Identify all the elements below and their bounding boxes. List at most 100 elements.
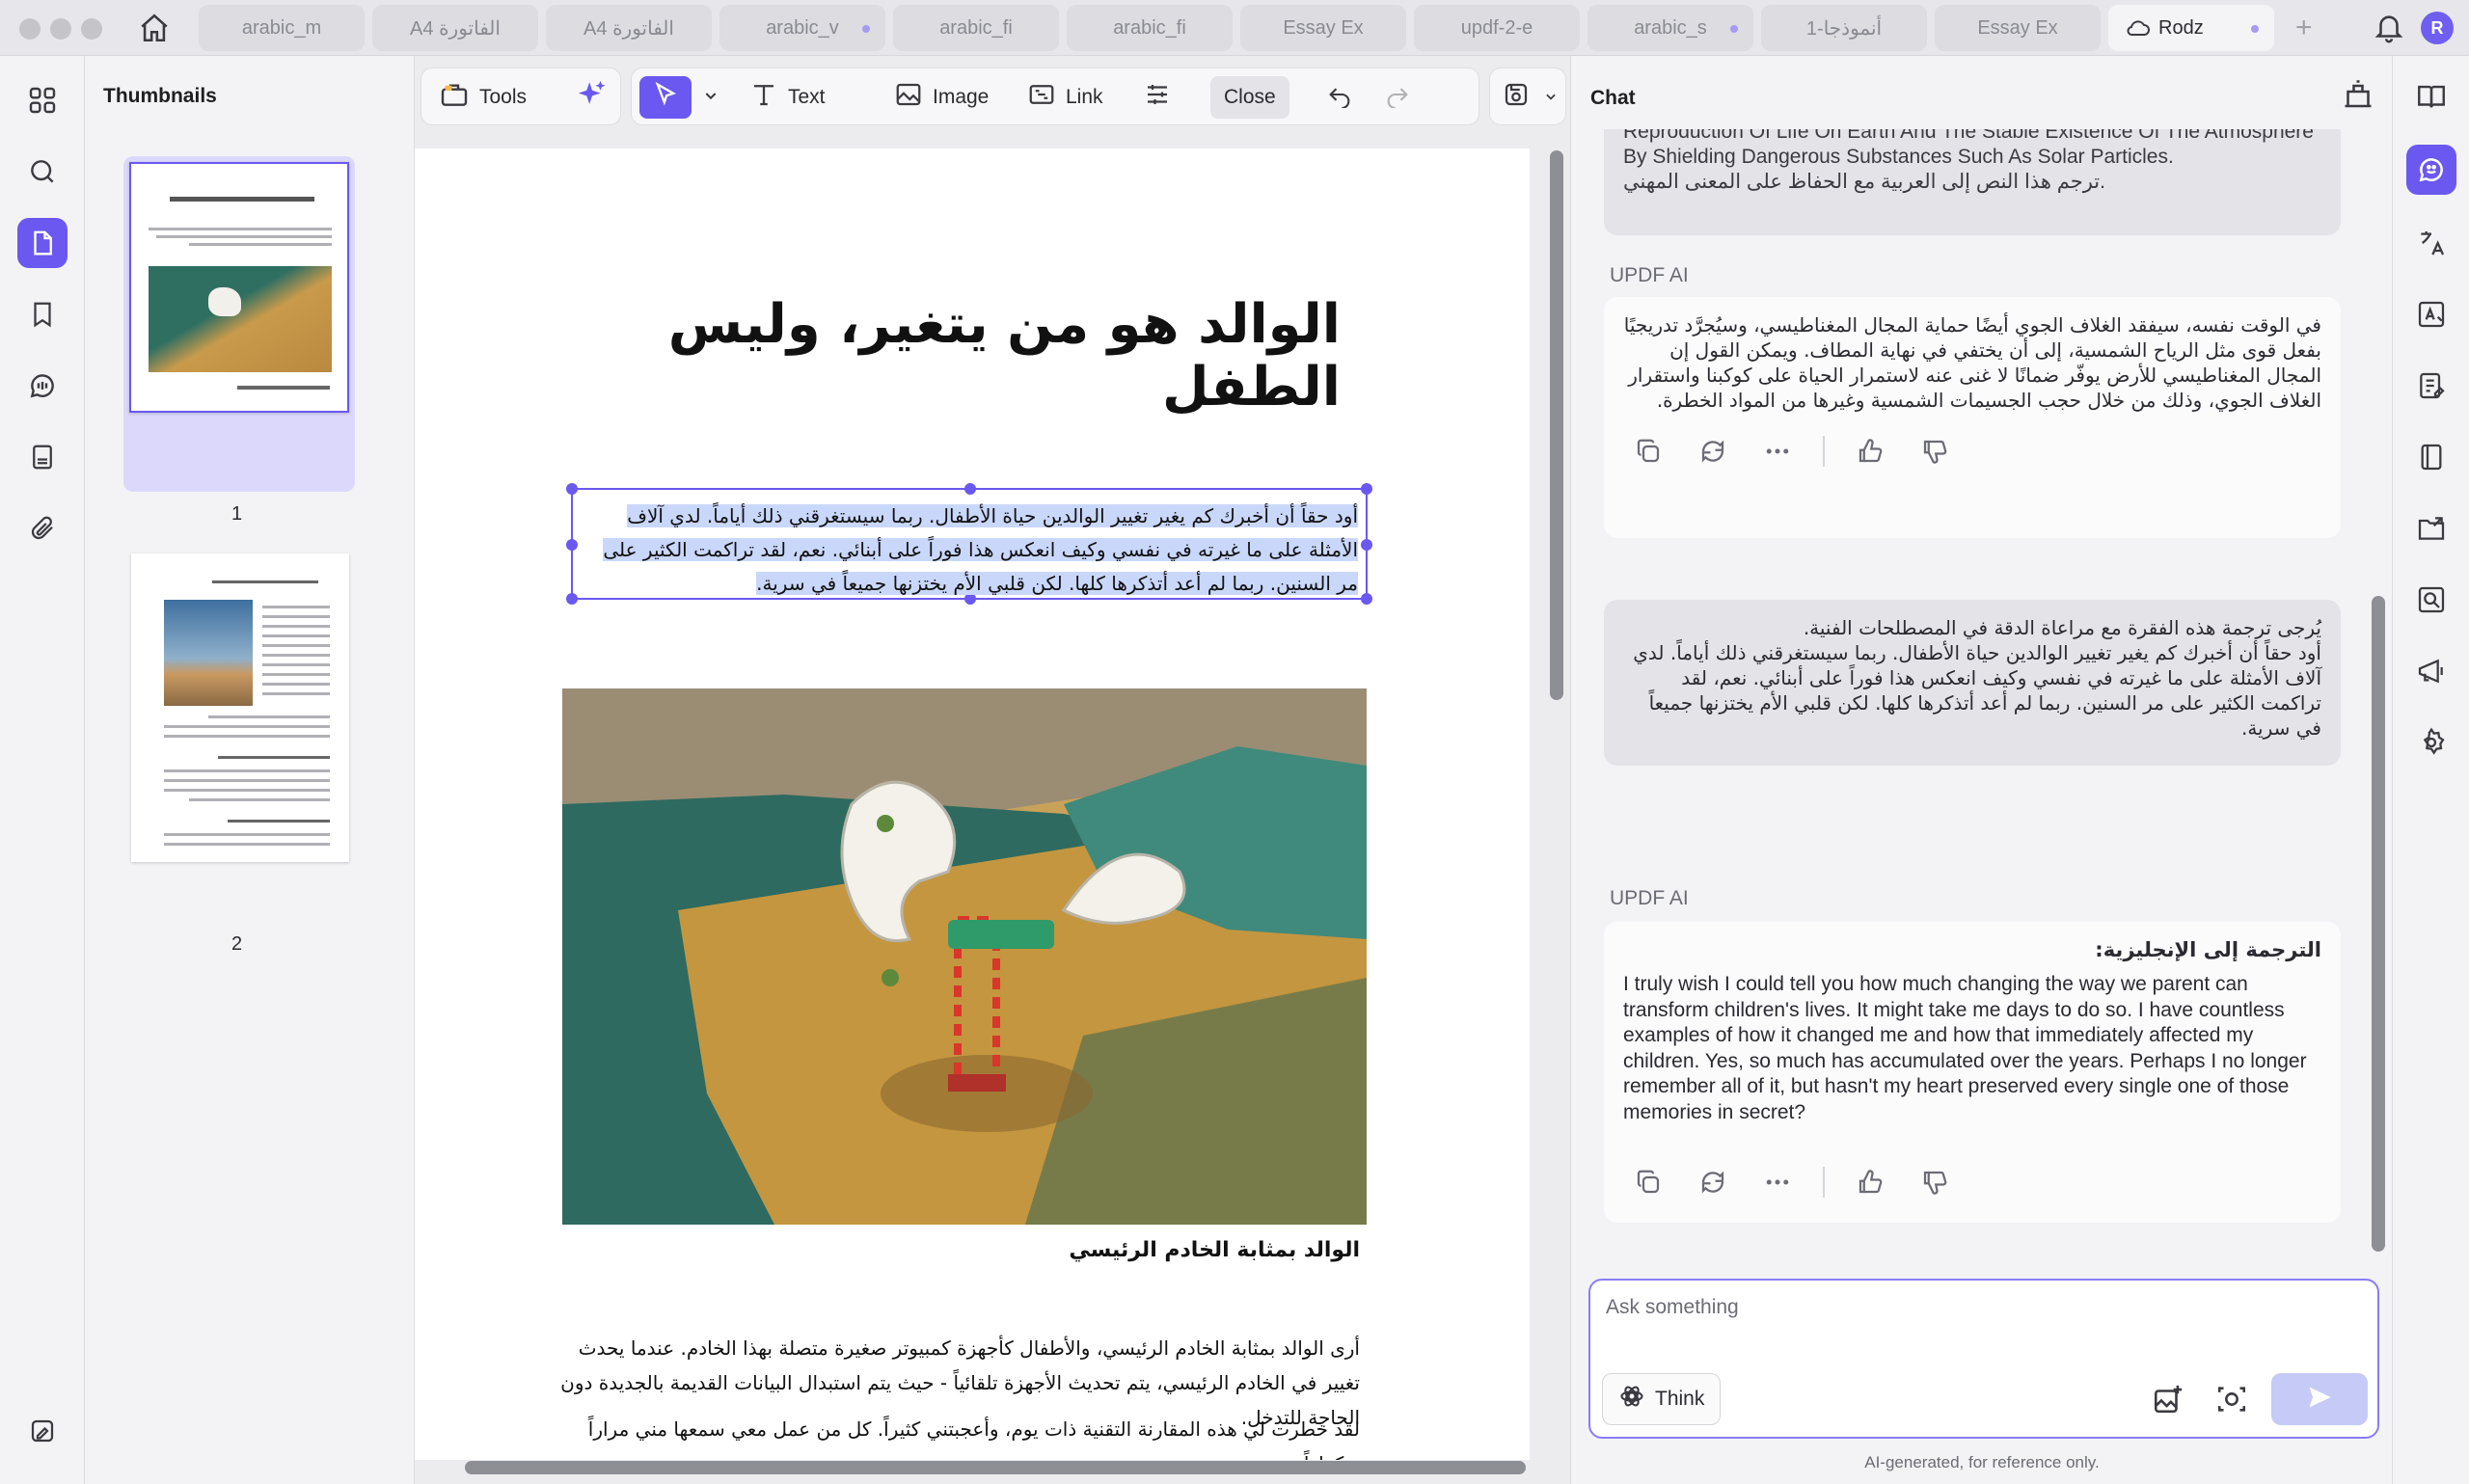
translate-icon[interactable] — [2406, 218, 2456, 268]
chevron-down-icon — [1544, 86, 1558, 109]
copy-icon[interactable] — [1629, 432, 1668, 471]
user-message[interactable]: يُرجى ترجمة هذه الفقرة مع مراعاة الدقة ف… — [1604, 600, 2341, 766]
screenshot-icon[interactable] — [2215, 1383, 2250, 1417]
document-tab[interactable]: arabic_v — [719, 5, 885, 51]
bookmark-icon[interactable] — [17, 289, 68, 339]
bell-icon[interactable] — [2373, 12, 2405, 44]
sign-icon[interactable] — [17, 1406, 68, 1456]
thumbnails-panel: Thumbnails 1 2 — [85, 56, 415, 1484]
highlighted-text: أود حقاً أن أخبرك كم يغير تغيير الوالدين… — [603, 504, 1358, 595]
save-group — [1489, 67, 1566, 125]
properties-button[interactable] — [1133, 76, 1181, 119]
body-paragraph[interactable]: لقد خطرت لي هذه المقارنة التقنية ذات يوم… — [550, 1412, 1360, 1460]
reader-mode-icon[interactable] — [2406, 71, 2456, 121]
user-message[interactable]: Reproduction Of Life On Earth And The St… — [1604, 129, 2341, 235]
thumbs-up-icon[interactable] — [1851, 1163, 1889, 1201]
undo-button[interactable] — [1316, 76, 1363, 119]
stamp-icon[interactable] — [17, 432, 68, 482]
window-minimize-button[interactable] — [50, 18, 71, 40]
share-icon[interactable] — [2406, 646, 2456, 696]
cursor-icon — [652, 81, 679, 114]
more-icon[interactable] — [1758, 432, 1797, 471]
attachment-icon[interactable] — [17, 503, 68, 553]
send-button[interactable] — [2271, 1373, 2368, 1425]
window-zoom-button[interactable] — [81, 18, 102, 40]
document-tab[interactable]: Essay Ex — [1240, 5, 1406, 51]
thumbnail-page-1[interactable]: 1 — [123, 156, 355, 525]
selected-paragraph[interactable]: أود حقاً أن أخبرك كم يغير تغيير الوالدين… — [579, 499, 1358, 601]
ocr-icon[interactable] — [2406, 289, 2456, 339]
document-tab[interactable]: arabic_fi — [893, 5, 1059, 51]
ai-chat-panel: Chat Reproduction Of Life On Earth And T… — [1570, 56, 2392, 1484]
panel-title: Thumbnails — [103, 85, 217, 107]
thumbs-down-icon[interactable] — [1915, 432, 1954, 471]
settings-icon[interactable] — [2406, 717, 2456, 768]
add-link-button[interactable]: Link — [1017, 76, 1113, 119]
avatar[interactable]: R — [2421, 12, 2454, 44]
save-dropdown[interactable] — [1534, 76, 1561, 119]
thumbnail-page-2[interactable]: 2 — [123, 548, 355, 955]
ai-disclaimer: AI-generated, for reference only. — [1864, 1453, 2100, 1471]
organize-pages-icon[interactable] — [2406, 432, 2456, 482]
grid-icon[interactable] — [17, 75, 68, 125]
link-icon — [1027, 80, 1056, 115]
image-icon — [894, 80, 923, 115]
close-edit-button[interactable]: Close — [1210, 76, 1289, 119]
thumbs-up-icon[interactable] — [1851, 432, 1889, 471]
chat-scrollbar[interactable] — [2372, 596, 2385, 1252]
ai-chat-icon[interactable] — [2406, 145, 2456, 195]
pdf-page[interactable]: الوالد هو من يتغير، وليس الطفل أود حقاً … — [415, 148, 1530, 1460]
ai-message[interactable]: في الوقت نفسه، سيفقد الغلاف الجوي أيضًا … — [1604, 297, 2341, 538]
chat-input-box[interactable]: Ask something Think — [1588, 1279, 2379, 1439]
select-tool-dropdown[interactable] — [693, 76, 720, 119]
redo-button[interactable] — [1374, 76, 1421, 119]
add-text-button[interactable]: Text — [740, 76, 835, 119]
horizontal-scrollbar[interactable] — [465, 1461, 1526, 1474]
section-heading[interactable]: الوالد بمثابة الخادم الرئيسي — [704, 1238, 1360, 1262]
tools-button[interactable]: Tools — [429, 76, 536, 119]
document-tab[interactable]: updf-2-e — [1414, 5, 1580, 51]
thumbs-down-icon[interactable] — [1915, 1163, 1954, 1201]
compress-icon[interactable] — [2406, 575, 2456, 625]
regenerate-icon[interactable] — [1694, 1163, 1732, 1201]
tab-label: arabic_fi — [1113, 16, 1186, 39]
unsaved-dot — [862, 25, 870, 33]
new-tab-button[interactable]: + — [2295, 12, 2313, 44]
regenerate-icon[interactable] — [1694, 432, 1732, 471]
save-icon — [1502, 80, 1531, 115]
save-button[interactable] — [1492, 76, 1540, 119]
document-tab[interactable]: A4 الفاتورة — [372, 5, 538, 51]
copy-icon[interactable] — [1629, 1163, 1668, 1201]
document-tab[interactable]: Essay Ex — [1935, 5, 2101, 51]
document-tab[interactable]: arabic_s — [1587, 5, 1753, 51]
select-tool-button[interactable] — [639, 76, 692, 119]
think-toggle-button[interactable]: Think — [1602, 1373, 1722, 1425]
document-viewer: الوالد هو من يتغير، وليس الطفل أود حقاً … — [415, 145, 1570, 1484]
add-image-button[interactable]: Image — [884, 76, 998, 119]
document-tab[interactable]: arabic_m — [199, 5, 365, 51]
form-icon[interactable] — [2406, 361, 2456, 411]
window-close-button[interactable] — [19, 18, 41, 40]
more-icon[interactable] — [1758, 1163, 1797, 1201]
thumbnails-icon[interactable] — [17, 218, 68, 268]
playground-photo[interactable] — [562, 688, 1367, 1225]
page-title[interactable]: الوالد هو من يتغير، وليس الطفل — [569, 293, 1341, 418]
comment-icon[interactable] — [17, 361, 68, 411]
vertical-scrollbar[interactable] — [1550, 150, 1563, 700]
document-tab[interactable]: A4 الفاتورة — [546, 5, 712, 51]
upload-image-icon[interactable] — [2152, 1383, 2186, 1417]
clear-chat-icon[interactable] — [2341, 77, 2379, 116]
image-label: Image — [933, 86, 990, 108]
ai-sparkle-button[interactable] — [566, 76, 618, 119]
message-actions — [1629, 432, 1980, 471]
document-tab[interactable]: arabic_fi — [1067, 5, 1233, 51]
document-tab[interactable]: 1-أنموذجا — [1761, 5, 1927, 51]
thumbnail-image — [131, 553, 349, 862]
export-icon[interactable] — [2406, 503, 2456, 553]
message-actions — [1629, 1163, 1980, 1201]
search-icon[interactable] — [17, 147, 68, 197]
left-icon-rail — [0, 56, 85, 1484]
edit-toolbar: Tools Text Image Link Close — [415, 56, 1570, 145]
document-tab-active[interactable]: Rodz — [2108, 5, 2274, 51]
home-icon[interactable] — [137, 11, 172, 45]
